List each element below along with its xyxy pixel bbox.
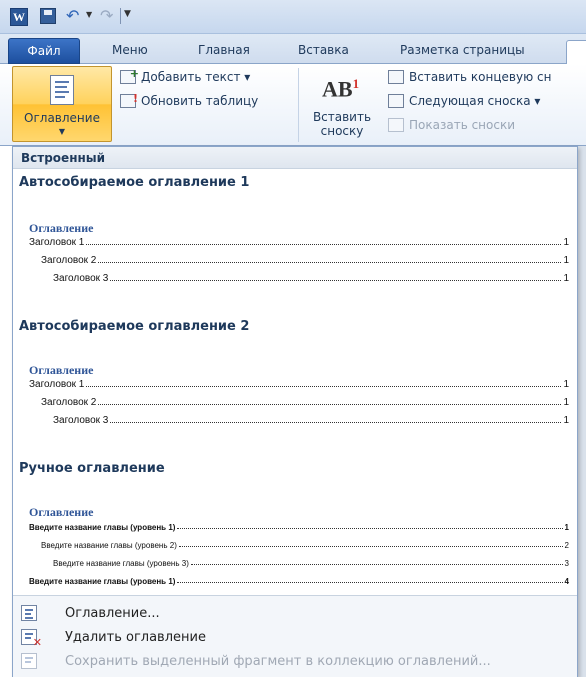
insert-footnote-icon[interactable]: AB1 [322,76,359,102]
next-footnote-icon [388,94,404,108]
tab-insert[interactable]: Вставка [292,40,355,64]
redo-icon[interactable]: ↷ [100,6,113,25]
tab-menu[interactable]: Меню [106,40,154,64]
toolbar-separator [120,8,121,24]
preview-line: Заголовок 21 [41,255,569,266]
next-footnote-label: Следующая сноска ▾ [409,94,541,108]
tab-page-layout[interactable]: Разметка страницы [394,40,531,64]
preview-title: Оглавление [29,221,94,235]
insert-endnote-button[interactable]: Вставить концевую сн [388,70,551,84]
undo-dropdown-icon[interactable]: ▼ [86,10,92,19]
update-table-button[interactable]: Обновить таблицу [120,92,259,108]
document-edge [578,146,586,677]
insert-endnote-icon [388,70,404,84]
show-notes-label: Показать сноски [409,118,516,132]
custom-toc-label: Оглавление... [65,605,160,621]
toc-gallery-dropdown: Встроенный Автособираемое оглавление 1 О… [12,146,578,677]
preview-line: Введите название главы (уровень 3) 3 [53,559,569,568]
preview-line: Заголовок 21 [41,397,569,408]
table-of-contents-icon [50,75,74,105]
show-notes-button[interactable]: Показать сноски [388,118,515,132]
remove-toc-label: Удалить оглавление [65,629,206,645]
tab-file[interactable]: Файл [8,38,80,64]
update-table-icon [120,92,138,108]
remove-toc-menu-item[interactable]: Удалить оглавление [13,626,577,649]
preview-title: Оглавление [29,363,94,377]
section-title: Автособираемое оглавление 2 [19,319,250,334]
update-table-label: Обновить таблицу [141,94,259,108]
word-logo-icon[interactable]: W [10,8,28,26]
gallery-header: Встроенный [13,147,577,169]
quick-access-toolbar: W ↶ ▼ ↷ ▼ [0,0,586,34]
preview-line: Введите название главы (уровень 2) 2 [41,541,569,550]
add-text-label: Добавить текст ▾ [141,70,251,84]
save-to-gallery-icon [21,653,37,669]
insert-footnote-button[interactable]: Вставить сноску [306,110,378,138]
table-of-contents-button[interactable]: Оглавление ▼ [12,66,112,142]
document-icon [21,605,37,621]
save-icon[interactable] [40,8,56,24]
preview-title: Оглавление [29,505,94,519]
delete-document-icon [21,629,42,649]
undo-icon[interactable]: ↶ [66,6,79,25]
preview-line: Заголовок 11 [29,379,569,390]
insert-endnote-label: Вставить концевую сн [409,70,552,84]
custom-toc-menu-item[interactable]: Оглавление... [13,602,577,624]
preview-line: Введите название главы (уровень 1) 4 [29,577,569,586]
preview-line: Заголовок 31 [53,415,569,426]
ribbon-references: Оглавление ▼ Добавить текст ▾ Обновить т… [0,64,586,146]
preview-line: Заголовок 31 [53,273,569,284]
section-title: Ручное оглавление [19,461,165,476]
preview-line: Заголовок 11 [29,237,569,248]
tab-home[interactable]: Главная [192,40,256,64]
next-footnote-button[interactable]: Следующая сноска ▾ [388,94,540,108]
table-of-contents-label: Оглавление [24,111,100,125]
add-text-button[interactable]: Добавить текст ▾ [120,67,251,84]
save-selection-menu-item[interactable]: Сохранить выделенный фрагмент в коллекци… [13,650,577,672]
chevron-down-icon: ▼ [58,127,66,136]
ribbon-tabs: Файл Меню Главная Вставка Разметка стран… [0,34,586,65]
show-notes-icon [388,118,404,132]
save-selection-label: Сохранить выделенный фрагмент в коллекци… [65,653,491,669]
section-title: Автособираемое оглавление 1 [19,175,250,190]
ribbon-group-separator [298,68,299,142]
preview-line: Введите название главы (уровень 1) 1 [29,523,569,532]
customize-toolbar-icon[interactable]: ▼ [124,9,131,19]
gallery-footer: Оглавление... Удалить оглавление Сохрани… [13,595,577,677]
add-text-icon [120,67,139,84]
tab-references[interactable] [566,40,586,65]
